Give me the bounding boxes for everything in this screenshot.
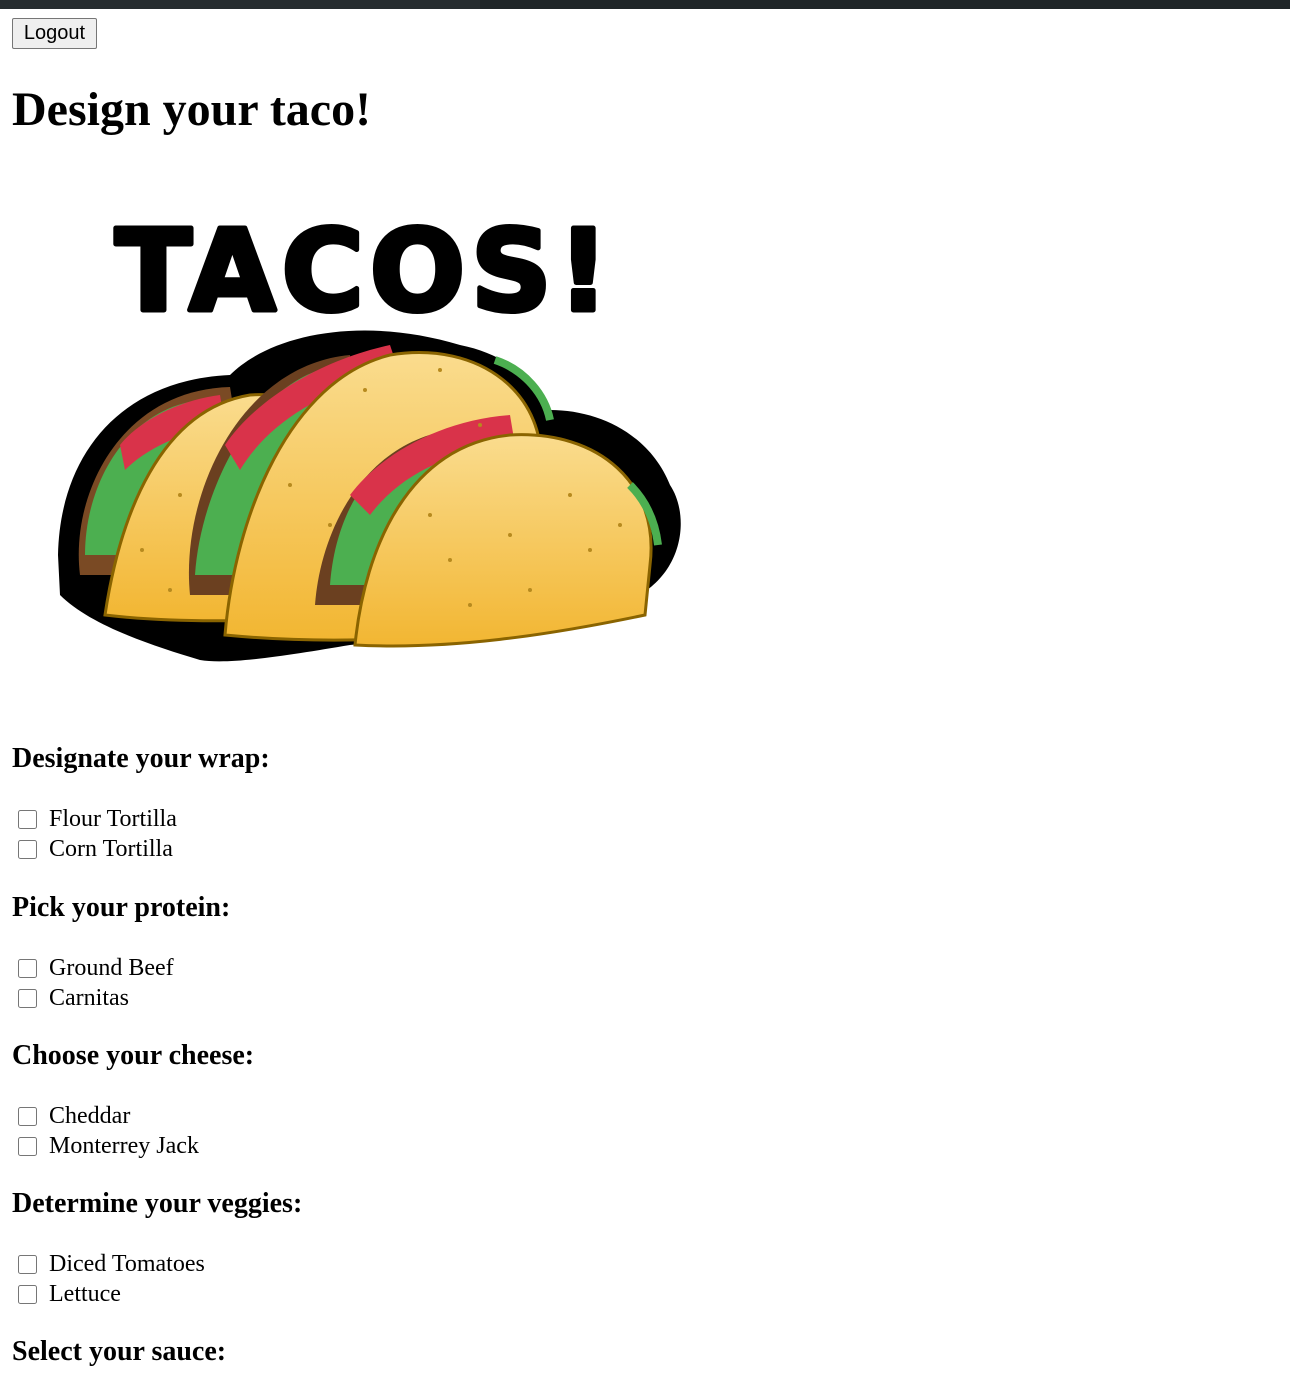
checkbox-flour-tortilla[interactable] [18,809,37,829]
option-label[interactable]: Cheddar [49,1101,130,1131]
tacos-logo-image: TACOS! [30,195,700,685]
option-flour-tortilla: Flour Tortilla [17,804,177,834]
section-title-protein: Pick your protein: [12,892,231,923]
section-title-cheese: Choose your cheese: [12,1040,255,1071]
section-title-wrap: Designate your wrap: [12,743,270,774]
option-corn-tortilla: Corn Tortilla [17,834,173,864]
option-lettuce: Lettuce [17,1279,121,1309]
tacos-logo-illustration: TACOS! [58,205,681,662]
option-label[interactable]: Ground Beef [49,953,174,983]
option-label[interactable]: Flour Tortilla [49,804,177,834]
checkbox-lettuce[interactable] [18,1284,37,1304]
tacos-logo-text: TACOS! [115,207,615,337]
section-title-sauce: Select your sauce: [12,1336,227,1367]
section-title-veggies: Determine your veggies: [12,1188,303,1219]
checkbox-monterrey-jack[interactable] [18,1136,37,1156]
option-label[interactable]: Carnitas [49,983,129,1013]
option-label[interactable]: Lettuce [49,1279,121,1309]
option-monterrey-jack: Monterrey Jack [17,1131,199,1161]
option-label[interactable]: Diced Tomatoes [49,1249,205,1279]
checkbox-carnitas[interactable] [18,988,37,1008]
option-label[interactable]: Corn Tortilla [49,834,173,864]
checkbox-cheddar[interactable] [18,1106,37,1126]
option-carnitas: Carnitas [17,983,129,1013]
option-label[interactable]: Monterrey Jack [49,1131,199,1161]
option-diced-tomatoes: Diced Tomatoes [17,1249,205,1279]
option-ground-beef: Ground Beef [17,953,174,983]
page-title: Design your taco! [12,83,372,136]
option-cheddar: Cheddar [17,1101,130,1131]
browser-top-bar [0,0,1290,9]
top-bar-accent [0,0,480,9]
checkbox-ground-beef[interactable] [18,958,37,978]
checkbox-corn-tortilla[interactable] [18,839,37,859]
logout-button[interactable]: Logout [12,18,97,49]
checkbox-diced-tomatoes[interactable] [18,1254,37,1274]
